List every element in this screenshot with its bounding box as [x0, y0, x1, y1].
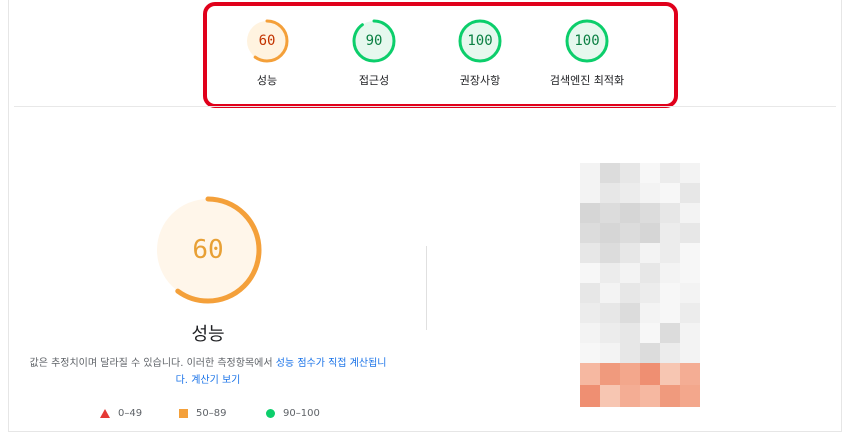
- thumbnail-pixel: [600, 223, 620, 243]
- thumbnail-pixel: [640, 363, 660, 385]
- thumbnail-pixel: [580, 183, 600, 203]
- thumbnail-pixel: [600, 303, 620, 323]
- thumbnail-pixel: [680, 363, 700, 385]
- thumbnail-pixel: [660, 343, 680, 363]
- vertical-divider: [426, 246, 427, 330]
- thumbnail-pixel: [600, 385, 620, 407]
- thumbnail-pixel: [680, 343, 700, 363]
- thumbnail-pixel: [580, 385, 600, 407]
- calculator-link[interactable]: 계산기 보기: [191, 375, 240, 386]
- thumbnail-pixel: [580, 363, 600, 385]
- thumbnail-pixel: [620, 303, 640, 323]
- thumbnail-pixel: [620, 183, 640, 203]
- thumbnail-pixel: [580, 243, 600, 263]
- legend-item-fail: 0–49: [100, 408, 142, 420]
- thumbnail-pixel: [620, 385, 640, 407]
- thumbnail-pixel: [680, 385, 700, 407]
- thumbnail-pixel: [660, 323, 680, 343]
- thumbnail-pixel: [640, 303, 660, 323]
- thumbnail-pixel: [660, 183, 680, 203]
- thumbnail-pixel: [620, 163, 640, 183]
- thumbnail-pixel: [660, 303, 680, 323]
- thumbnail-pixel: [620, 243, 640, 263]
- thumbnail-pixel: [600, 203, 620, 223]
- page-screenshot-thumbnail[interactable]: [580, 163, 700, 413]
- thumbnail-pixel: [640, 323, 660, 343]
- square-icon: [179, 409, 188, 418]
- thumbnail-pixel: [600, 183, 620, 203]
- circle-icon: [266, 409, 275, 418]
- thumbnail-pixel: [620, 363, 640, 385]
- legend-item-average: 50–89: [179, 408, 226, 420]
- legend-range: 50–89: [196, 408, 227, 419]
- thumbnail-pixel: [640, 263, 660, 283]
- performance-main-gauge: 60: [153, 195, 263, 305]
- score-description: 값은 추정치이며 달라질 수 있습니다. 이러한 측정항목에서 성능 점수가 직…: [28, 355, 388, 389]
- thumbnail-pixel: [620, 323, 640, 343]
- thumbnail-pixel: [620, 223, 640, 243]
- thumbnail-pixel: [640, 183, 660, 203]
- thumbnail-pixel: [660, 223, 680, 243]
- thumbnail-pixel: [580, 223, 600, 243]
- thumbnail-pixel: [600, 243, 620, 263]
- thumbnail-pixel: [680, 303, 700, 323]
- main-title: 성능: [191, 324, 225, 345]
- thumbnail-pixel: [620, 283, 640, 303]
- thumbnail-pixel: [580, 303, 600, 323]
- thumbnail-pixel: [680, 283, 700, 303]
- legend-item-pass: 90–100: [266, 408, 320, 420]
- thumbnail-pixel: [620, 263, 640, 283]
- thumbnail-pixel: [680, 223, 700, 243]
- thumbnail-pixel: [660, 203, 680, 223]
- thumbnail-pixel: [600, 343, 620, 363]
- thumbnail-pixel: [660, 385, 680, 407]
- thumbnail-pixel: [680, 203, 700, 223]
- section-divider: [14, 106, 836, 107]
- thumbnail-pixel: [680, 263, 700, 283]
- triangle-icon: [100, 409, 110, 418]
- thumbnail-pixel: [660, 163, 680, 183]
- thumbnail-pixel: [680, 163, 700, 183]
- thumbnail-pixel: [600, 363, 620, 385]
- thumbnail-pixel: [600, 163, 620, 183]
- thumbnail-pixel: [580, 163, 600, 183]
- highlight-box: [203, 2, 678, 108]
- thumbnail-pixel: [640, 243, 660, 263]
- thumbnail-pixel: [620, 343, 640, 363]
- thumbnail-pixel: [640, 223, 660, 243]
- thumbnail-pixel: [600, 283, 620, 303]
- thumbnail-pixel: [660, 283, 680, 303]
- thumbnail-pixel: [640, 283, 660, 303]
- thumbnail-pixel: [580, 203, 600, 223]
- description-text: 값은 추정치이며 달라질 수 있습니다. 이러한 측정항목에서: [29, 358, 276, 369]
- thumbnail-pixel: [580, 323, 600, 343]
- thumbnail-pixel: [640, 203, 660, 223]
- thumbnail-pixel: [660, 243, 680, 263]
- thumbnail-pixel: [580, 263, 600, 283]
- thumbnail-pixel: [600, 263, 620, 283]
- thumbnail-pixel: [660, 363, 680, 385]
- thumbnail-pixel: [680, 183, 700, 203]
- thumbnail-pixel: [660, 263, 680, 283]
- thumbnail-pixel: [620, 203, 640, 223]
- thumbnail-pixel: [640, 385, 660, 407]
- thumbnail-pixel: [580, 343, 600, 363]
- legend-range: 90–100: [283, 408, 320, 419]
- thumbnail-pixel: [600, 323, 620, 343]
- thumbnail-pixel: [640, 343, 660, 363]
- thumbnail-pixel: [580, 283, 600, 303]
- legend-range: 0–49: [118, 408, 143, 419]
- thumbnail-pixel: [680, 243, 700, 263]
- thumbnail-pixel: [680, 323, 700, 343]
- main-score: 60: [192, 235, 224, 265]
- thumbnail-pixel: [640, 163, 660, 183]
